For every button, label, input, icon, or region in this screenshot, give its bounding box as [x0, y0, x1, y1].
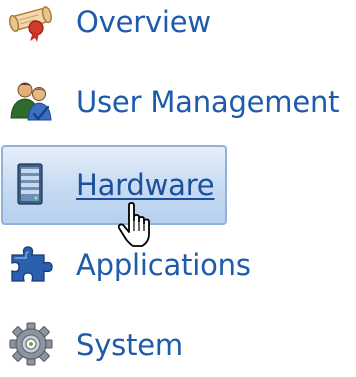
puzzle-icon: [6, 241, 56, 287]
scroll-icon: [6, 0, 56, 44]
nav-item-hardware[interactable]: Hardware: [0, 153, 356, 217]
nav-item-label[interactable]: System: [76, 313, 183, 377]
hand-cursor-icon: [116, 202, 156, 250]
nav-item-overview[interactable]: Overview: [0, 0, 356, 54]
nav-item-user-management[interactable]: User Management: [0, 70, 356, 134]
server-icon: [6, 161, 56, 207]
gear-icon: [6, 321, 56, 367]
navigation-menu: Overview User Management Hardware Applic…: [0, 0, 356, 369]
nav-item-label[interactable]: Overview: [76, 0, 211, 54]
users-icon: [6, 78, 56, 124]
nav-item-system[interactable]: System: [0, 313, 356, 377]
nav-item-label[interactable]: Applications: [76, 233, 251, 297]
nav-item-applications[interactable]: Applications: [0, 233, 356, 297]
nav-item-label[interactable]: User Management: [76, 70, 340, 134]
